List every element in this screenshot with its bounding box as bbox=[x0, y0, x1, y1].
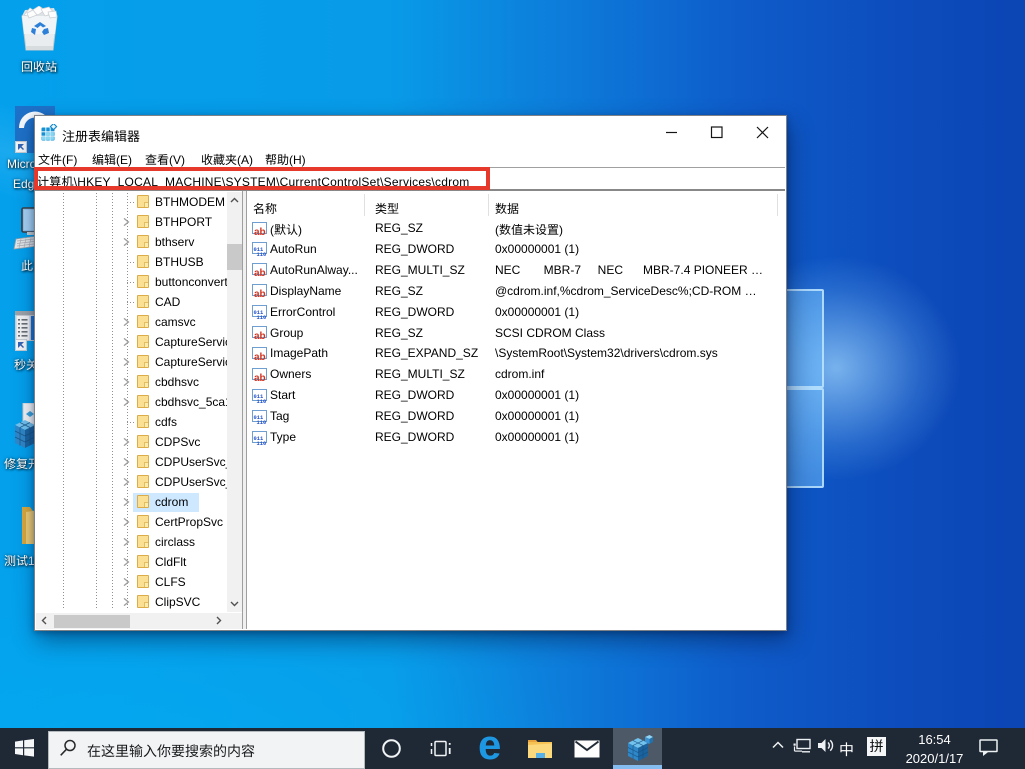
svg-text:110: 110 bbox=[257, 252, 267, 256]
svg-text:ab: ab bbox=[254, 331, 266, 340]
svg-text:ab: ab bbox=[254, 352, 266, 361]
svg-text:ab: ab bbox=[254, 289, 266, 298]
svg-text:ab: ab bbox=[254, 373, 266, 382]
svg-text:110: 110 bbox=[257, 441, 267, 445]
svg-text:ab: ab bbox=[254, 227, 266, 236]
svg-text:ab: ab bbox=[254, 268, 266, 277]
svg-text:e: e bbox=[478, 726, 501, 762]
svg-text:110: 110 bbox=[257, 399, 267, 403]
svg-text:110: 110 bbox=[257, 420, 267, 424]
svg-text:110: 110 bbox=[257, 315, 267, 319]
